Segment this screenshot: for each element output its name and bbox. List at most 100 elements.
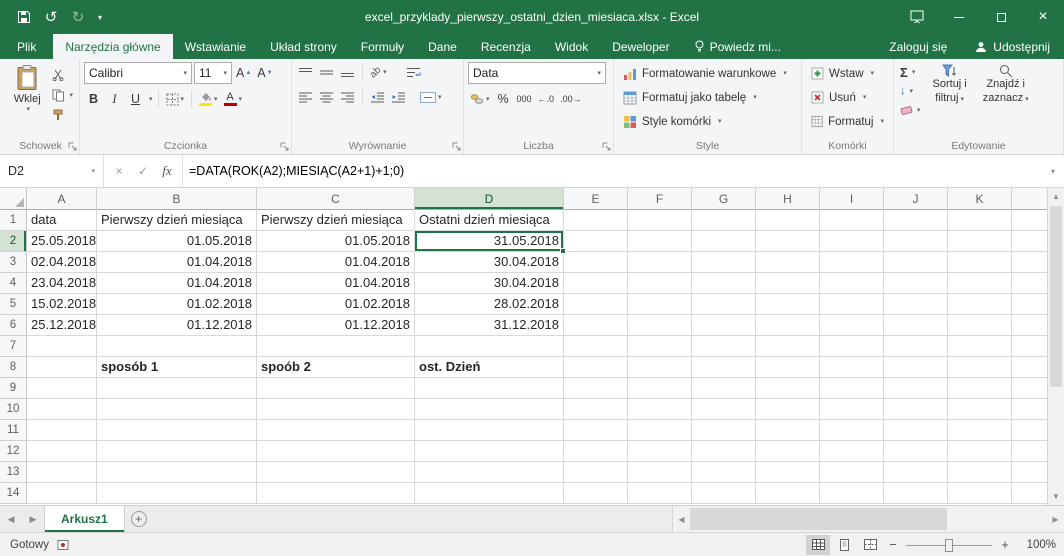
cell-D14[interactable] (415, 483, 564, 504)
cell-overflow-11[interactable] (1012, 420, 1047, 441)
cell-F2[interactable] (628, 231, 692, 252)
cell-B1[interactable]: Pierwszy dzień miesiąca (97, 210, 257, 231)
ribbon-tab-narzędzia-główne[interactable]: Narzędzia główne (53, 34, 172, 59)
cell-E1[interactable] (564, 210, 628, 231)
ribbon-tab-deweloper[interactable]: Deweloper (600, 34, 681, 59)
cell-C7[interactable] (257, 336, 415, 357)
cell-D1[interactable]: Ostatni dzień miesiąca (415, 210, 564, 231)
cell-E11[interactable] (564, 420, 628, 441)
name-box-dropdown-arrow[interactable]: ▾ (91, 168, 95, 175)
cell-K3[interactable] (948, 252, 1012, 273)
maximize-button[interactable] (980, 0, 1022, 34)
cell-D13[interactable] (415, 462, 564, 483)
cell-overflow-2[interactable] (1012, 231, 1047, 252)
cell-K11[interactable] (948, 420, 1012, 441)
normal-view-button[interactable] (806, 535, 830, 555)
cell-I9[interactable] (820, 378, 884, 399)
cell-J10[interactable] (884, 399, 948, 420)
cell-G13[interactable] (692, 462, 756, 483)
cell-G12[interactable] (692, 441, 756, 462)
cell-C1[interactable]: Pierwszy dzień miesiąca (257, 210, 415, 231)
cell-C12[interactable] (257, 441, 415, 462)
cell-F9[interactable] (628, 378, 692, 399)
cell-E10[interactable] (564, 399, 628, 420)
cell-J9[interactable] (884, 378, 948, 399)
cell-D5[interactable]: 28.02.2018 (415, 294, 564, 315)
cell-E6[interactable] (564, 315, 628, 336)
row-header-6[interactable]: 6 (0, 315, 27, 336)
percent-style-button[interactable]: % (494, 89, 513, 109)
cell-F11[interactable] (628, 420, 692, 441)
row-header-3[interactable]: 3 (0, 252, 27, 273)
clear-button[interactable]: ▾ (898, 102, 923, 118)
cell-D2[interactable]: 31.05.2018 (415, 231, 564, 252)
cell-B7[interactable] (97, 336, 257, 357)
macro-record-button[interactable] (57, 539, 69, 551)
cell-D10[interactable] (415, 399, 564, 420)
column-header-F[interactable]: F (628, 188, 692, 210)
increase-font-button[interactable]: A▲ (234, 63, 253, 83)
cell-F4[interactable] (628, 273, 692, 294)
column-header-H[interactable]: H (756, 188, 820, 210)
vertical-scroll-track[interactable] (1048, 205, 1064, 488)
cell-I6[interactable] (820, 315, 884, 336)
cell-K12[interactable] (948, 441, 1012, 462)
cell-B8[interactable]: sposób 1 (97, 357, 257, 378)
underline-button[interactable]: U (126, 89, 145, 109)
cell-G9[interactable] (692, 378, 756, 399)
fill-handle[interactable] (560, 248, 566, 254)
accounting-format-button[interactable]: ▾ (468, 89, 492, 109)
ribbon-tab-dane[interactable]: Dane (416, 34, 469, 59)
comma-style-button[interactable]: 000 (515, 89, 534, 109)
file-tab[interactable]: Plik (0, 34, 53, 59)
cell-K5[interactable] (948, 294, 1012, 315)
cell-A9[interactable] (27, 378, 97, 399)
column-header-K[interactable]: K (948, 188, 1012, 210)
cell-overflow-3[interactable] (1012, 252, 1047, 273)
cell-A6[interactable]: 25.12.2018 (27, 315, 97, 336)
cell-D4[interactable]: 30.04.2018 (415, 273, 564, 294)
share-button[interactable]: Udostępnij (961, 34, 1064, 59)
cell-H10[interactable] (756, 399, 820, 420)
wrap-text-button[interactable] (405, 62, 424, 82)
cell-B14[interactable] (97, 483, 257, 504)
cell-overflow-13[interactable] (1012, 462, 1047, 483)
formula-bar-expand-button[interactable]: ▾ (1042, 155, 1064, 187)
cell-B12[interactable] (97, 441, 257, 462)
redo-button[interactable]: ↻ (66, 5, 90, 29)
clipboard-dialog-launcher[interactable] (68, 142, 77, 151)
ribbon-tab-widok[interactable]: Widok (543, 34, 600, 59)
cell-A4[interactable]: 23.04.2018 (27, 273, 97, 294)
cell-D7[interactable] (415, 336, 564, 357)
customize-qat-button[interactable]: ▾ (93, 5, 107, 29)
number-format-select[interactable]: Data▾ (468, 62, 606, 84)
column-header-J[interactable]: J (884, 188, 948, 210)
zoom-level-button[interactable]: 100% (1016, 539, 1056, 551)
cell-overflow-6[interactable] (1012, 315, 1047, 336)
cell-H3[interactable] (756, 252, 820, 273)
column-header-overflow[interactable] (1012, 188, 1047, 210)
cell-H2[interactable] (756, 231, 820, 252)
cell-H9[interactable] (756, 378, 820, 399)
cell-J12[interactable] (884, 441, 948, 462)
cell-H11[interactable] (756, 420, 820, 441)
cell-J1[interactable] (884, 210, 948, 231)
column-header-E[interactable]: E (564, 188, 628, 210)
row-header-13[interactable]: 13 (0, 462, 27, 483)
new-sheet-button[interactable]: + (125, 506, 153, 532)
cut-button[interactable] (50, 67, 75, 83)
row-header-11[interactable]: 11 (0, 420, 27, 441)
sheet-nav-prev-button[interactable]: ◀ (0, 506, 22, 532)
cell-overflow-1[interactable] (1012, 210, 1047, 231)
enter-entry-button[interactable]: ✓ (132, 160, 154, 182)
vertical-scrollbar[interactable]: ▲ ▼ (1047, 188, 1064, 505)
number-dialog-launcher[interactable] (602, 142, 611, 151)
cell-K8[interactable] (948, 357, 1012, 378)
cell-G8[interactable] (692, 357, 756, 378)
cell-I5[interactable] (820, 294, 884, 315)
cell-D9[interactable] (415, 378, 564, 399)
zoom-slider[interactable] (906, 536, 992, 554)
cell-G6[interactable] (692, 315, 756, 336)
cell-J4[interactable] (884, 273, 948, 294)
find-select-button[interactable]: Znajdź i zaznacz▾ (977, 62, 1035, 106)
